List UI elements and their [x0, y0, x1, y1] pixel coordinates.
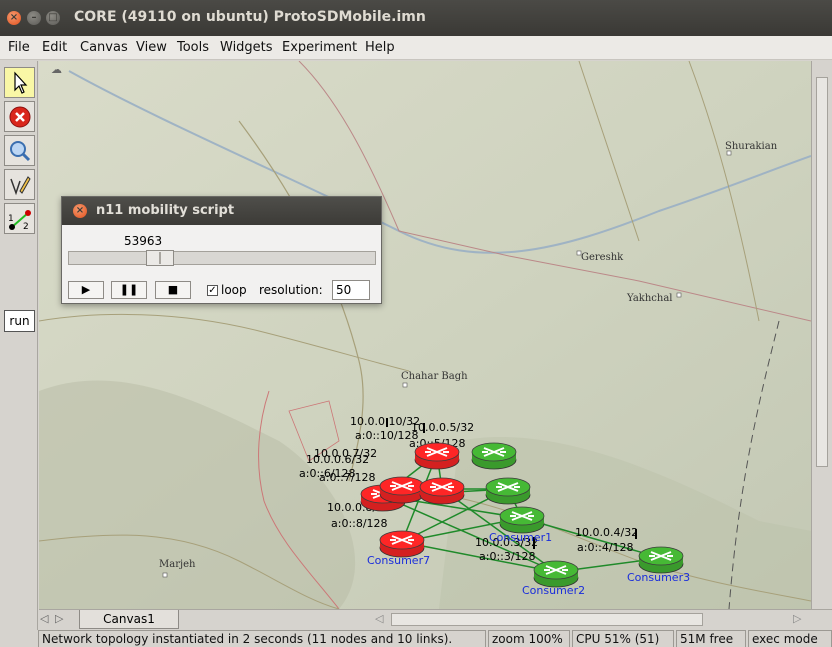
window-titlebar: × – □ CORE (49110 on ubuntu) ProtoSDMobi…	[0, 0, 832, 36]
router-node-green[interactable]	[486, 478, 530, 504]
node-label-consumer1: Consumer1	[489, 531, 552, 544]
play-button[interactable]: ▶	[68, 281, 104, 299]
dialog-title: n11 mobility script	[96, 203, 235, 218]
tool-palette: 1 2 run	[0, 61, 38, 630]
addr-label: a:0::8/128	[331, 517, 388, 530]
mobility-time-slider-thumb[interactable]	[146, 250, 175, 266]
loop-label: loop	[221, 283, 247, 297]
svg-text:2: 2	[23, 222, 29, 231]
pause-button[interactable]: ❚❚	[111, 281, 147, 299]
run-tool-button[interactable]: run	[4, 310, 35, 332]
status-bar: Network topology instantiated in 2 secon…	[0, 630, 832, 647]
hscroll-right-icon[interactable]: ▷	[793, 612, 801, 625]
stop-icon	[9, 106, 31, 128]
menu-file[interactable]: File	[8, 40, 30, 55]
router-node-green[interactable]	[472, 443, 516, 469]
twonode-tool-button[interactable]: 1 2	[4, 203, 35, 234]
menu-tools[interactable]: Tools	[177, 40, 209, 55]
status-cpu: CPU 51% (51)	[572, 630, 674, 647]
topology-canvas[interactable]: Shurakian Gereshk Yakhchal Chahar Bagh M…	[39, 61, 811, 609]
node-label-consumer2: Consumer2	[522, 584, 585, 597]
mobility-time-slider[interactable]	[68, 251, 376, 265]
addr-label: a:0::4/128	[577, 541, 634, 554]
addr-label: 10.0.0.5/32	[411, 421, 474, 434]
magnifier-icon	[10, 141, 31, 162]
mobility-script-dialog: × n11 mobility script 53963 ▶ ❚❚ ■ ✓ loo…	[61, 196, 382, 304]
menu-bar: File Edit Canvas View Tools Widgets Expe…	[0, 36, 832, 60]
arrow-cursor-icon	[14, 71, 28, 94]
menu-view[interactable]: View	[136, 40, 167, 55]
vertical-scrollbar-thumb[interactable]	[816, 77, 828, 467]
menu-widgets[interactable]: Widgets	[220, 40, 273, 55]
play-icon: ▶	[81, 283, 91, 296]
addr-label: a:0::3/128	[479, 550, 536, 563]
router-node-consumer3[interactable]	[639, 547, 683, 573]
addr-label: 10.0.0.4/32	[575, 526, 638, 539]
menu-canvas[interactable]: Canvas	[80, 40, 128, 55]
addr-label: a:0::7/128	[319, 471, 376, 484]
stop-square-icon: ■	[167, 283, 179, 296]
dialog-close-button[interactable]: ×	[73, 204, 87, 218]
window-close-button[interactable]: ×	[7, 11, 21, 25]
menu-experiment[interactable]: Experiment	[282, 40, 357, 55]
tab-scroll-left-icon[interactable]: ◁	[40, 612, 48, 625]
tab-canvas1[interactable]: Canvas1	[79, 610, 179, 629]
menu-edit[interactable]: Edit	[42, 40, 67, 55]
menu-help[interactable]: Help	[365, 40, 395, 55]
canvas-tab-bar: ◁ ▷ Canvas1 ◁ ▷	[39, 609, 832, 630]
window-maximize-button[interactable]: □	[46, 11, 60, 25]
plot-tool-button[interactable]	[4, 169, 35, 200]
pause-icon: ❚❚	[119, 283, 139, 296]
resolution-input[interactable]: 50	[332, 280, 370, 300]
network-nodes: 10.0.0.10/32 a:0::10/128 10.0.0.5/32 a:0…	[299, 415, 690, 597]
horizontal-scrollbar-thumb[interactable]	[391, 613, 703, 626]
stop-tool-button[interactable]	[4, 101, 35, 132]
pencil-icon	[10, 176, 31, 196]
router-node-red[interactable]	[420, 478, 464, 504]
node-label-consumer7: Consumer7	[367, 554, 430, 567]
canvas-cloud-icon: ☁	[51, 63, 62, 76]
two-node-link-icon: 1 2	[8, 210, 31, 231]
hscroll-left-icon[interactable]: ◁	[375, 612, 383, 625]
status-message: Network topology instantiated in 2 secon…	[38, 630, 486, 647]
dialog-titlebar: × n11 mobility script	[62, 197, 381, 225]
observe-tool-button[interactable]	[4, 135, 35, 166]
minimize-icon: –	[31, 12, 37, 23]
loop-checkbox[interactable]: ✓	[207, 285, 218, 296]
stop-button[interactable]: ■	[155, 281, 191, 299]
router-node-consumer1[interactable]	[500, 507, 544, 533]
svg-text:1: 1	[8, 214, 14, 224]
mobility-time-readout: 53963	[124, 234, 163, 248]
window-minimize-button[interactable]: –	[27, 11, 41, 25]
resolution-label: resolution:	[259, 283, 323, 297]
tab-scroll-right-icon[interactable]: ▷	[55, 612, 63, 625]
checkmark-icon: ✓	[208, 285, 217, 296]
vertical-scrollbar[interactable]	[811, 61, 832, 609]
addr-label: 10.0.0.10/32	[350, 415, 420, 428]
node-label-consumer3: Consumer3	[627, 571, 690, 584]
close-icon: ×	[9, 12, 19, 23]
maximize-icon: □	[48, 12, 58, 23]
status-memory: 51M free	[676, 630, 746, 647]
router-node-red[interactable]	[415, 443, 459, 469]
router-node-red[interactable]	[380, 477, 424, 503]
window-title: CORE (49110 on ubuntu) ProtoSDMobile.imn	[74, 9, 426, 25]
addr-label: 10.0.0.7/32	[314, 447, 377, 460]
status-zoom: zoom 100%	[488, 630, 570, 647]
status-mode: exec mode	[748, 630, 832, 647]
select-tool-button[interactable]	[4, 67, 35, 98]
